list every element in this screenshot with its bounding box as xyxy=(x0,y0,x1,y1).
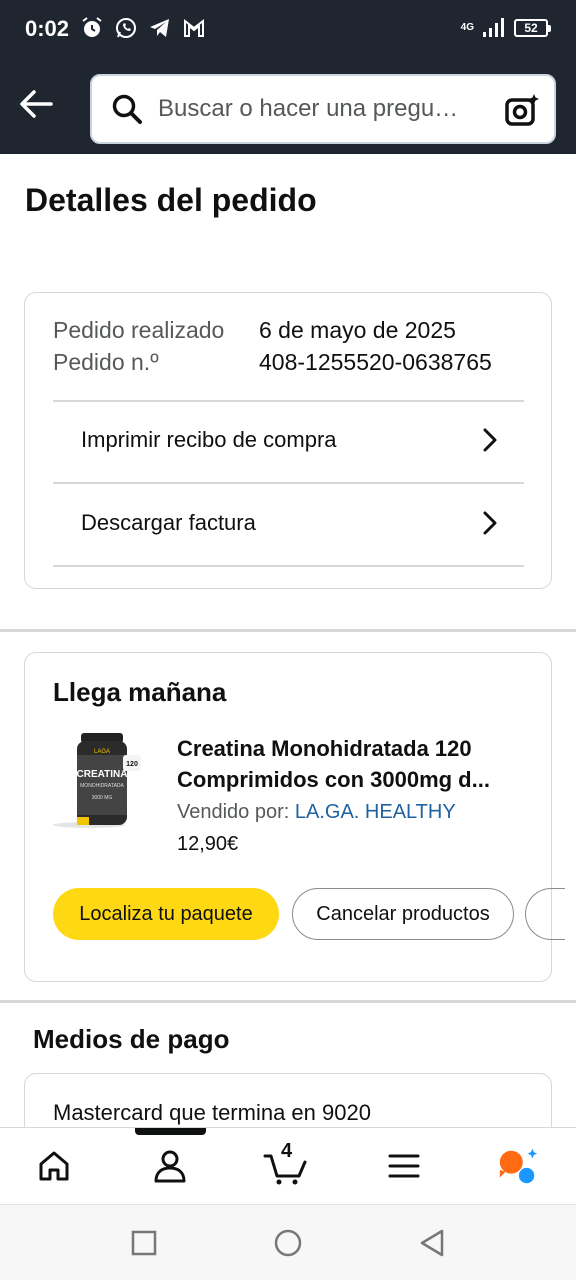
section-divider xyxy=(0,629,576,632)
product-price: 12,90€ xyxy=(177,833,239,855)
header: Buscar o hacer una pregu… xyxy=(0,58,576,154)
recents-icon[interactable] xyxy=(128,1227,160,1259)
more-actions-button[interactable] xyxy=(525,888,565,940)
back-button[interactable] xyxy=(16,84,56,124)
product-title[interactable]: Creatina Monohidratada 120 Comprimidos c… xyxy=(177,733,527,795)
download-invoice-label: Descargar factura xyxy=(81,510,256,535)
system-nav-bar xyxy=(0,1204,576,1280)
network-label: 4G xyxy=(460,22,474,33)
alarm-icon xyxy=(82,17,102,37)
camera-lens-icon[interactable] xyxy=(504,92,540,128)
product-name-line2: MONOHIDRATADA xyxy=(80,783,124,789)
back-triangle-icon[interactable] xyxy=(416,1227,448,1259)
notification-icons xyxy=(80,16,206,40)
seller-link[interactable]: LA.GA. HEALTHY xyxy=(295,801,456,823)
signal-icon xyxy=(483,18,504,37)
search-icon xyxy=(112,94,142,124)
order-summary-card: Pedido realizado 6 de mayo de 2025 Pedid… xyxy=(24,292,552,589)
order-number-value: 408-1255520-0638765 xyxy=(259,349,492,375)
chevron-right-icon xyxy=(483,428,497,452)
product-name-line1: CREATINA xyxy=(77,769,128,780)
payment-section-title: Medios de pago xyxy=(33,1024,230,1054)
print-receipt-label: Imprimir recibo de compra xyxy=(81,427,337,452)
home-icon xyxy=(39,1151,69,1181)
battery-icon: 52 xyxy=(514,19,551,37)
section-divider xyxy=(0,1000,576,1003)
search-input[interactable]: Buscar o hacer una pregu… xyxy=(90,74,556,144)
shipment-card: Llega mañana LAGA CREATINA MONOHIDRATADA… xyxy=(24,652,565,982)
chevron-right-icon xyxy=(483,511,497,535)
nav-home[interactable] xyxy=(32,1146,76,1186)
rufus-icon xyxy=(499,1148,538,1184)
cart-count-badge: 4 xyxy=(281,1140,293,1162)
gmail-icon xyxy=(184,18,204,37)
product-brand: LAGA xyxy=(94,749,110,755)
download-invoice-link[interactable]: Descargar factura xyxy=(53,483,524,563)
order-number-label: Pedido n.º xyxy=(53,349,159,375)
nav-rufus[interactable] xyxy=(496,1146,540,1186)
whatsapp-icon xyxy=(116,18,136,38)
nav-cart[interactable]: 4 xyxy=(262,1140,310,1186)
status-time: 0:02 xyxy=(25,16,70,41)
payment-method: Mastercard que termina en 9020 xyxy=(53,1100,371,1125)
account-icon xyxy=(154,1150,186,1183)
status-bar: 0:02 4G 52 xyxy=(0,0,576,58)
product-image[interactable]: LAGA CREATINA MONOHIDRATADA 3000 MG 120 xyxy=(51,733,141,829)
product-count-badge: 120 xyxy=(126,761,138,768)
system-status: 4G 52 xyxy=(460,18,551,38)
menu-icon xyxy=(388,1154,420,1178)
nav-account[interactable] xyxy=(148,1146,192,1186)
active-tab-indicator xyxy=(135,1128,206,1135)
order-placed-value: 6 de mayo de 2025 xyxy=(259,317,456,343)
track-package-button[interactable]: Localiza tu paquete xyxy=(53,888,279,940)
product-title-line2: Comprimidos con 3000mg d... xyxy=(177,767,490,792)
sold-by: Vendido por: LA.GA. HEALTHY xyxy=(177,801,456,824)
home-circle-icon[interactable] xyxy=(272,1227,304,1259)
sold-by-label: Vendido por: xyxy=(177,801,295,823)
telegram-icon xyxy=(150,19,169,37)
delivery-status: Llega mañana xyxy=(53,677,227,707)
divider xyxy=(53,565,524,567)
nav-menu[interactable] xyxy=(382,1146,426,1186)
bottom-nav: 4 xyxy=(0,1127,576,1204)
search-placeholder: Buscar o hacer una pregu… xyxy=(158,95,459,122)
order-placed-label: Pedido realizado xyxy=(53,317,225,343)
back-arrow-icon xyxy=(20,90,53,118)
product-dose: 3000 MG xyxy=(92,795,113,801)
print-receipt-link[interactable]: Imprimir recibo de compra xyxy=(53,400,524,480)
cancel-items-button[interactable]: Cancelar productos xyxy=(292,888,514,940)
product-title-line1: Creatina Monohidratada 120 xyxy=(177,736,472,761)
page-title: Detalles del pedido xyxy=(25,182,317,218)
